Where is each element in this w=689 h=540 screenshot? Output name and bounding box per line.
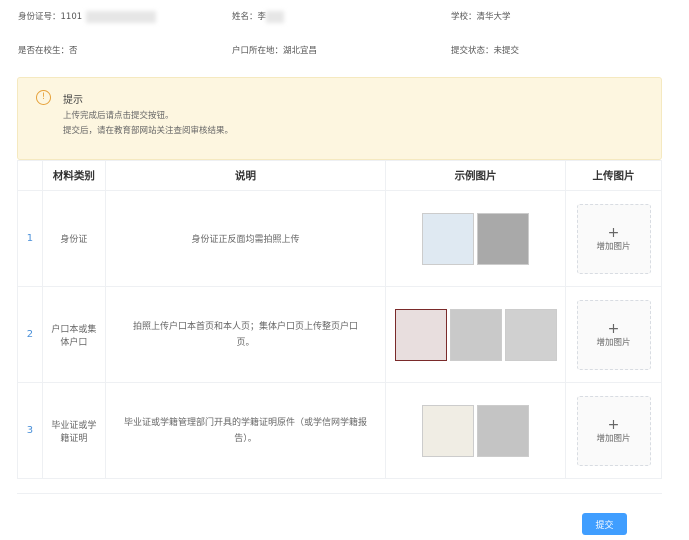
example-image-hukou-2[interactable] xyxy=(449,308,502,361)
in-school: 是否在校生：否 xyxy=(18,46,78,56)
header-category: 材料类别 xyxy=(41,160,106,191)
header-examples: 示例图片 xyxy=(385,160,567,191)
table-header: 材料类别 说明 示例图片 上传图片 xyxy=(17,160,662,191)
notice-box: ! 提示 上传完成后请点击提交按钮。 提交后，请在教育部网站关注查阅审核结果。 xyxy=(17,77,662,160)
add-image-button[interactable]: + 增加图片 xyxy=(576,299,651,370)
submit-button[interactable]: 提交 xyxy=(582,513,627,535)
example-image-id-front[interactable] xyxy=(422,212,475,265)
row-category: 毕业证或学籍证明 xyxy=(41,382,106,479)
warning-icon: ! xyxy=(36,90,51,105)
header-upload: 上传图片 xyxy=(565,160,662,191)
name-label: 姓名：李 xyxy=(232,12,267,22)
example-image-hukou-1[interactable] xyxy=(394,308,447,361)
plus-icon: + xyxy=(607,224,620,241)
row-description: 身份证正反面均需拍照上传 xyxy=(104,190,387,287)
row-index: 3 xyxy=(17,382,43,479)
notice-line: 上传完成后请点击提交按钮。 xyxy=(63,111,174,121)
row-category: 身份证 xyxy=(41,190,106,287)
divider xyxy=(17,493,662,494)
example-images xyxy=(385,382,567,479)
upload-cell: + 增加图片 xyxy=(565,382,662,479)
add-image-button[interactable]: + 增加图片 xyxy=(576,395,651,466)
table-row: 1 身份证 身份证正反面均需拍照上传 + 增加图片 xyxy=(17,190,662,287)
id-number: 身份证号：1101 xyxy=(18,10,157,23)
add-image-label: 增加图片 xyxy=(596,433,631,444)
add-image-label: 增加图片 xyxy=(596,337,631,348)
submit-status: 提交状态：未提交 xyxy=(451,46,520,56)
upload-cell: + 增加图片 xyxy=(565,190,662,287)
upload-cell: + 增加图片 xyxy=(565,286,662,383)
id-number-label: 身份证号：1101 xyxy=(18,12,83,22)
plus-icon: + xyxy=(607,320,620,337)
example-image-id-back[interactable] xyxy=(477,212,530,265)
plus-icon: + xyxy=(607,416,620,433)
row-index: 2 xyxy=(17,286,43,383)
example-images xyxy=(385,286,567,383)
student-name: 姓名：李 xyxy=(232,10,285,23)
table-row: 2 户口本或集体户口 拍照上传户口本首页和本人页；集体户口页上传整页户口页。 +… xyxy=(17,286,662,383)
example-image-hukou-3[interactable] xyxy=(504,308,557,361)
row-description: 毕业证或学籍管理部门开具的学籍证明原件（或学信网学籍报告）。 xyxy=(104,382,387,479)
header-description: 说明 xyxy=(104,160,387,191)
materials-table: 材料类别 说明 示例图片 上传图片 1 身份证 身份证正反面均需拍照上传 + 增加… xyxy=(17,160,662,479)
hukou: 户口所在地：湖北宜昌 xyxy=(232,46,318,56)
add-image-label: 增加图片 xyxy=(596,241,631,252)
masked-id xyxy=(86,10,157,23)
add-image-button[interactable]: + 增加图片 xyxy=(576,203,651,274)
example-image-diploma[interactable] xyxy=(422,404,475,457)
row-index: 1 xyxy=(17,190,43,287)
school: 学校：清华大学 xyxy=(451,12,511,22)
example-image-certificate[interactable] xyxy=(477,404,530,457)
table-row: 3 毕业证或学籍证明 毕业证或学籍管理部门开具的学籍证明原件（或学信网学籍报告）… xyxy=(17,382,662,479)
masked-name xyxy=(266,10,285,23)
notice-line: 提交后，请在教育部网站关注查阅审核结果。 xyxy=(63,126,234,136)
notice-title: 提示 xyxy=(63,95,83,106)
row-category: 户口本或集体户口 xyxy=(41,286,106,383)
header-index xyxy=(17,160,43,191)
row-description: 拍照上传户口本首页和本人页；集体户口页上传整页户口页。 xyxy=(104,286,387,383)
example-images xyxy=(385,190,567,287)
